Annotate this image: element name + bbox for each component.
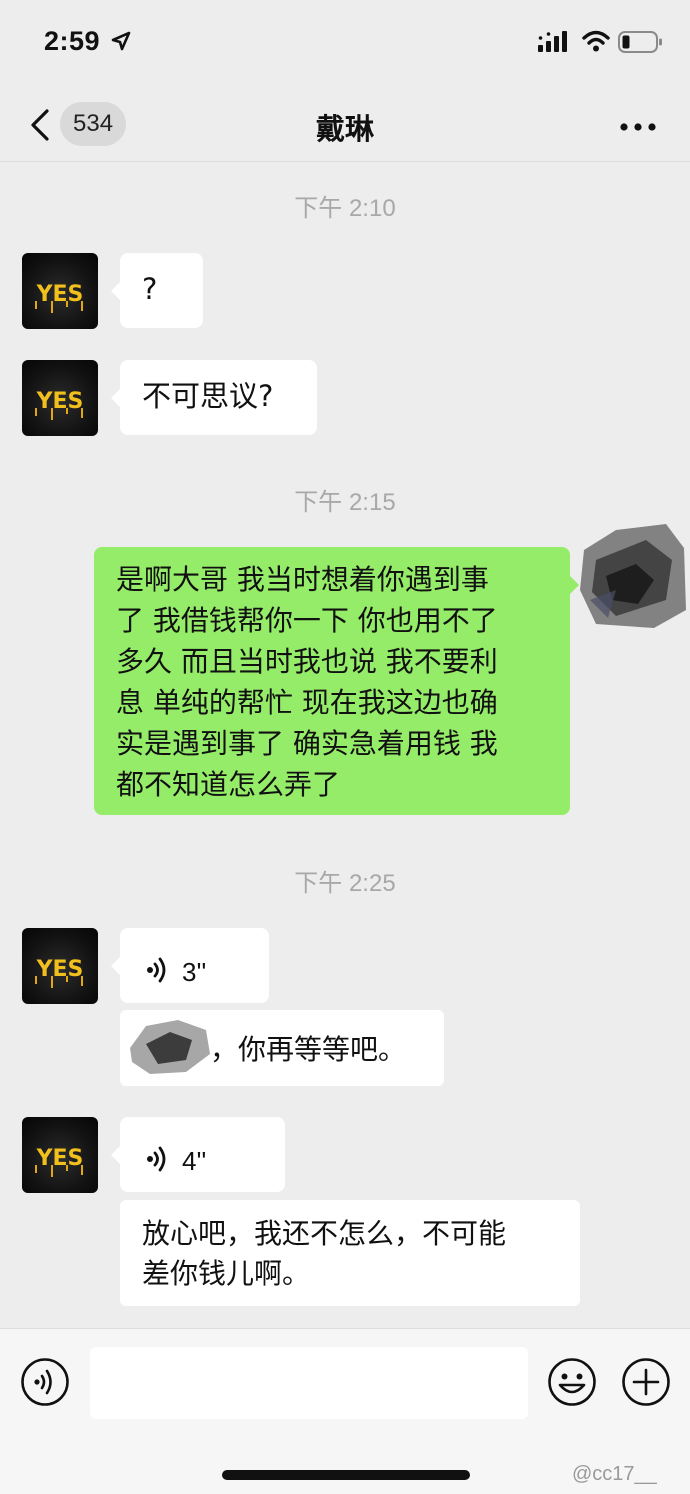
message-input[interactable] (90, 1347, 528, 1419)
transcript-line: 差你钱儿啊。 (142, 1257, 311, 1290)
location-arrow-icon (110, 30, 132, 56)
message-timestamp: 下午 2:25 (294, 870, 396, 897)
contact-avatar[interactable]: YES (22, 253, 98, 329)
avatar-logo-text: YES (36, 282, 84, 307)
message-bubble-received[interactable]: ? (111, 253, 203, 328)
back-chevron-icon[interactable] (28, 108, 52, 142)
voice-duration: 4'' (182, 1146, 207, 1176)
more-options-icon[interactable] (618, 118, 658, 131)
status-bar: 2:59 (0, 0, 690, 88)
voice-playback-icon (146, 1141, 170, 1186)
message-timestamp: 下午 2:15 (294, 489, 396, 516)
voice-playback-icon (146, 952, 170, 997)
cellular-signal-icon (538, 30, 572, 56)
message-text: 是啊大哥 我当时想着你遇到事 了 我借钱帮你一下 你也用不了 多久 而且当时我也… (116, 559, 548, 805)
avatar-logo-text: YES (36, 389, 84, 414)
message-line: 都不知道怎么弄了 (116, 768, 341, 801)
message-bubble-received[interactable]: 不可思议? (111, 360, 317, 435)
chat-title: 戴琳 (315, 112, 374, 146)
message-line: 多久 而且当时我也说 我不要利 (116, 645, 498, 678)
transcript-text: ，你再等等吧。 (210, 1033, 407, 1066)
message-line: 息 单纯的帮忙 现在我这边也确 (116, 686, 498, 719)
voice-transcript[interactable]: 放心吧，我还不怎么，不可能 差你钱儿啊。 (120, 1200, 580, 1306)
emoji-icon[interactable] (547, 1357, 597, 1411)
watermark: @cc17__ (572, 1463, 657, 1485)
status-time: 2:59 (44, 26, 101, 56)
avatar-logo-text: YES (36, 957, 84, 982)
message-input-bar: @cc17__ (0, 1328, 690, 1494)
avatar-logo-text: YES (36, 1146, 84, 1171)
message-line: 是啊大哥 我当时想着你遇到事 (116, 563, 489, 596)
wifi-icon (582, 30, 610, 56)
voice-message-bubble[interactable]: 3'' (111, 928, 269, 1003)
home-indicator[interactable] (222, 1470, 470, 1480)
voice-duration: 3'' (182, 957, 207, 987)
voice-input-toggle-icon[interactable] (20, 1357, 70, 1411)
contact-avatar[interactable]: YES (22, 1117, 98, 1193)
unread-count-badge[interactable]: 534 (60, 102, 127, 146)
battery-icon (618, 31, 664, 57)
message-text: 不可思议? (142, 379, 274, 413)
transcript-line: 放心吧，我还不怎么，不可能 (142, 1217, 507, 1250)
message-bubble-sent[interactable]: 是啊大哥 我当时想着你遇到事 了 我借钱帮你一下 你也用不了 多久 而且当时我也… (94, 547, 579, 815)
voice-message-bubble[interactable]: 4'' (111, 1117, 285, 1192)
contact-avatar[interactable]: YES (22, 360, 98, 436)
message-text: ? (142, 272, 158, 306)
redacted-scribble (126, 1016, 212, 1085)
plus-icon[interactable] (621, 1357, 671, 1411)
voice-transcript[interactable]: ，你再等等吧。 (120, 1010, 444, 1086)
message-timestamp: 下午 2:10 (294, 195, 396, 222)
message-line: 实是遇到事了 确实急着用钱 我 (116, 727, 498, 760)
contact-avatar[interactable]: YES (22, 928, 98, 1004)
message-line: 了 我借钱帮你一下 你也用不了 (116, 604, 498, 637)
chat-header: 534 戴琳 (0, 88, 690, 162)
self-avatar-redacted[interactable] (576, 520, 688, 632)
